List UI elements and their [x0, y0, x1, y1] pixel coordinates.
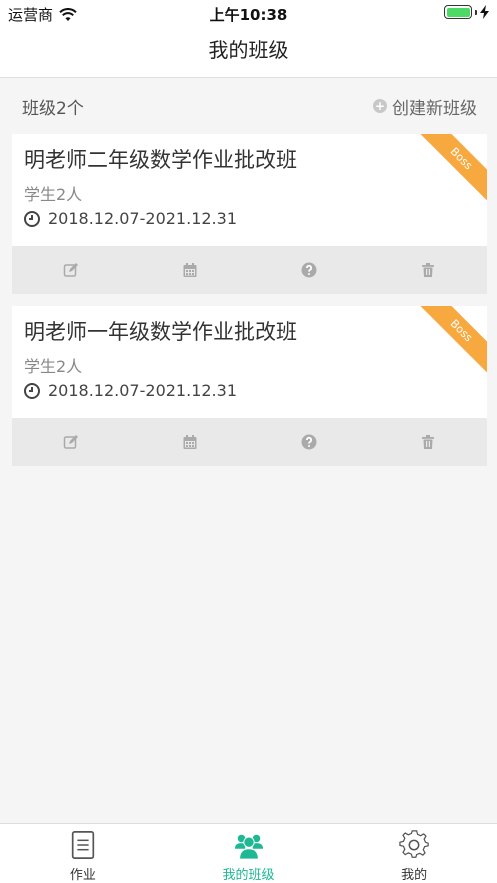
date-range: 2018.12.07-2021.12.31 [48, 209, 237, 228]
gear-icon [399, 830, 429, 858]
date-range: 2018.12.07-2021.12.31 [48, 381, 237, 400]
tab-mine[interactable]: 我的 [331, 824, 497, 883]
calendar-button[interactable] [131, 246, 250, 294]
card-actions [12, 418, 487, 466]
battery-icon [444, 5, 472, 19]
edit-icon [64, 435, 79, 449]
class-date: 2018.12.07-2021.12.31 [24, 381, 237, 400]
charging-icon [480, 5, 489, 19]
calendar-icon [183, 435, 197, 449]
tab-homework[interactable]: 作业 [0, 824, 166, 883]
status-bar: 运营商 上午10:38 [0, 0, 497, 26]
edit-button[interactable] [12, 418, 131, 466]
boss-badge: Boss [419, 134, 487, 201]
summary-row: 班级2个 + 创建新班级 [0, 78, 497, 134]
tab-bar: 作业 我的班级 我的 [0, 823, 497, 883]
trash-icon [421, 263, 434, 277]
plus-circle-icon: + [373, 99, 387, 113]
class-date: 2018.12.07-2021.12.31 [24, 209, 237, 228]
tab-my-classes[interactable]: 我的班级 [166, 824, 332, 883]
class-count: 班级2个 [22, 98, 84, 119]
clock-icon [24, 382, 40, 399]
edit-icon [64, 263, 79, 277]
tab-homework-label: 作业 [69, 868, 96, 883]
calendar-button[interactable] [131, 418, 250, 466]
battery-indicator [444, 5, 489, 19]
delete-button[interactable] [368, 418, 487, 466]
help-button[interactable] [250, 418, 369, 466]
card-actions [12, 246, 487, 294]
help-button[interactable] [250, 246, 369, 294]
nav-bar: 我的班级 [0, 26, 497, 78]
student-count: 学生2人 [24, 185, 83, 204]
clock-icon [24, 210, 40, 227]
tab-mine-label: 我的 [401, 868, 428, 883]
student-count: 学生2人 [24, 357, 83, 376]
status-time: 上午10:38 [209, 6, 288, 24]
class-card[interactable]: 明老师一年级数学作业批改班 学生2人 2018.12.07-2021.12.31… [12, 306, 487, 466]
class-group-icon [234, 834, 263, 860]
help-icon [301, 434, 317, 450]
class-card[interactable]: 明老师二年级数学作业批改班 学生2人 2018.12.07-2021.12.31… [12, 134, 487, 294]
page-title: 我的班级 [208, 38, 289, 62]
trash-icon [421, 435, 434, 449]
class-name: 明老师二年级数学作业批改班 [24, 148, 297, 172]
boss-badge: Boss [419, 306, 487, 373]
class-name: 明老师一年级数学作业批改班 [24, 320, 297, 344]
calendar-icon [183, 263, 197, 277]
create-class-button[interactable]: + 创建新班级 [373, 94, 477, 119]
create-class-label: 创建新班级 [392, 98, 477, 119]
delete-button[interactable] [368, 246, 487, 294]
document-icon [71, 831, 94, 859]
edit-button[interactable] [12, 246, 131, 294]
tab-my-classes-label: 我的班级 [222, 868, 275, 883]
help-icon [301, 262, 317, 278]
